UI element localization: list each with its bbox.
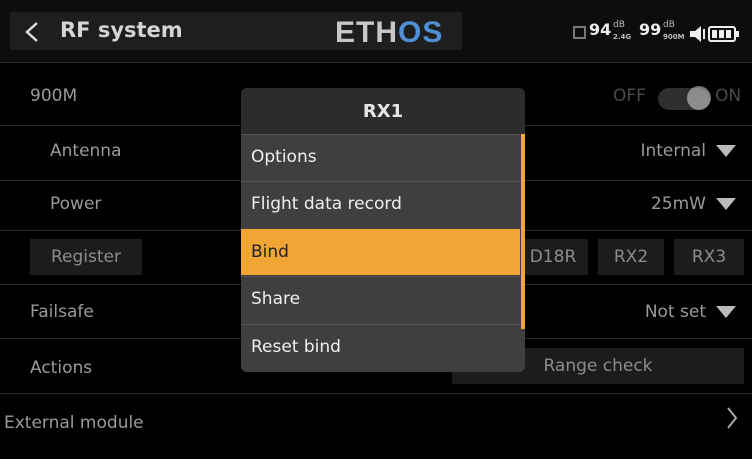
top-bar: RF system ETHOS 94 dB 2.4G 99 dB 900M xyxy=(0,0,752,62)
menu-item-share[interactable]: Share xyxy=(241,276,520,322)
rx1-menu-dialog: RX1 Options Flight data record Bind Shar… xyxy=(241,88,525,372)
chevron-left-icon xyxy=(25,22,38,42)
power-select[interactable]: 25mW xyxy=(651,194,736,214)
menu-item-reset-bind[interactable]: Reset bind xyxy=(241,324,520,370)
receiver-d18r-button[interactable]: D18R xyxy=(518,239,588,275)
rssi-square-icon xyxy=(573,26,586,39)
antenna-select[interactable]: Internal xyxy=(640,141,736,161)
page-title: RF system xyxy=(60,18,183,42)
caret-down-icon xyxy=(716,198,736,210)
caret-down-icon xyxy=(716,145,736,157)
failsafe-select[interactable]: Not set xyxy=(645,302,736,322)
row-label: External module xyxy=(4,413,144,433)
rx2-button[interactable]: RX2 xyxy=(598,239,664,275)
caret-down-icon xyxy=(716,306,736,318)
row-label: Actions xyxy=(30,358,93,378)
chevron-right-icon[interactable] xyxy=(726,406,738,430)
row-label: Failsafe xyxy=(30,302,94,322)
battery-icon xyxy=(708,26,739,42)
register-button[interactable]: Register xyxy=(30,239,142,275)
menu-item-options[interactable]: Options xyxy=(241,134,520,180)
scrollbar[interactable] xyxy=(521,134,525,329)
menu-item-flight-data-record[interactable]: Flight data record xyxy=(241,181,520,227)
divider xyxy=(0,393,752,394)
row-label: Antenna xyxy=(50,141,122,161)
ethos-logo: ETHOS xyxy=(335,16,444,49)
volume-icon xyxy=(690,26,705,42)
dialog-title: RX1 xyxy=(241,88,525,134)
title-bar: RF system ETHOS xyxy=(10,12,462,50)
row-label: Power xyxy=(50,194,102,214)
divider xyxy=(0,62,752,63)
rx3-button[interactable]: RX3 xyxy=(674,239,744,275)
row-label: 900M xyxy=(30,86,78,106)
back-button[interactable] xyxy=(10,12,56,50)
menu-item-bind[interactable]: Bind xyxy=(241,229,520,275)
status-area: 94 dB 2.4G 99 dB 900M xyxy=(573,20,743,48)
